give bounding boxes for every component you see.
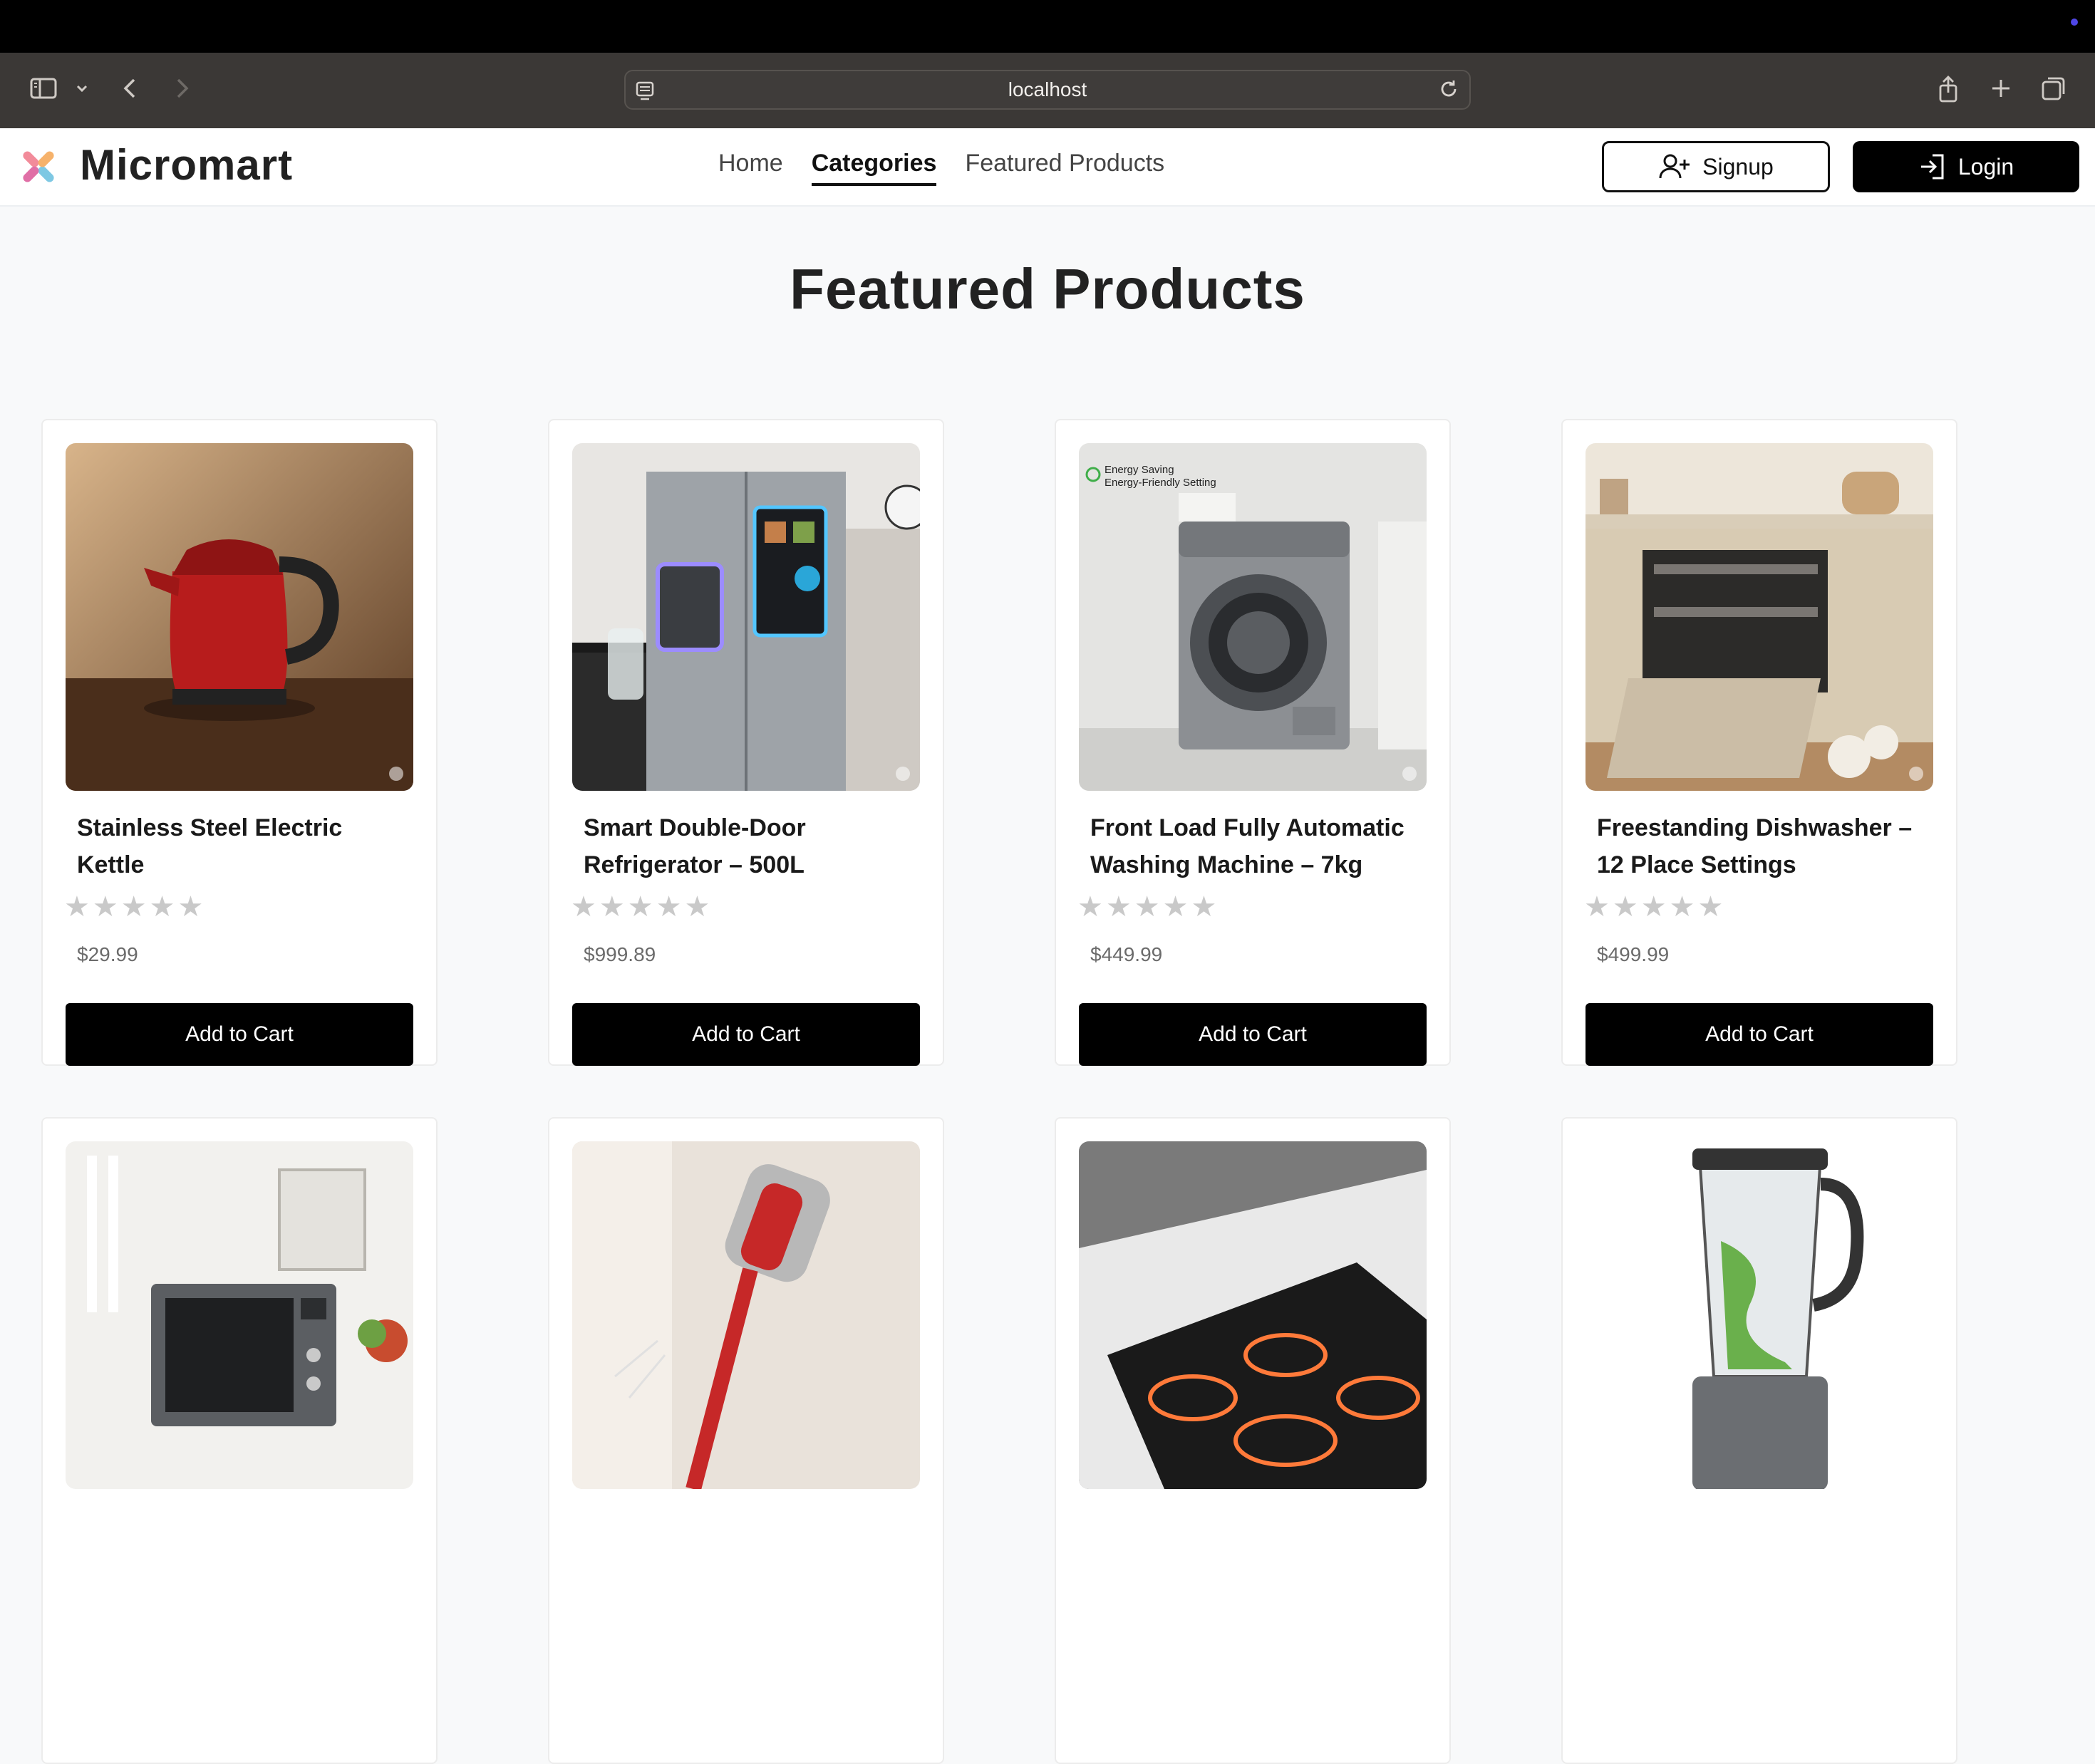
product-price: $29.99 — [77, 943, 138, 965]
product-price: $999.89 — [584, 943, 656, 965]
browser-toolbar: localhost — [0, 53, 2095, 128]
image-caption: Energy-Friendly Setting — [1105, 477, 1216, 489]
signup-button[interactable]: Signup — [1602, 141, 1830, 192]
ai-badge-icon — [389, 767, 403, 781]
product-card — [41, 1117, 438, 1764]
product-image-vacuum[interactable] — [572, 1141, 920, 1489]
site-header: Micromart Home Categories Featured Produ… — [0, 128, 2095, 207]
product-card — [1055, 1117, 1451, 1764]
sidebar-icon[interactable] — [29, 74, 58, 107]
logo-text[interactable]: Micromart — [80, 140, 293, 190]
login-button[interactable]: Login — [1853, 141, 2079, 192]
page-title: Featured Products — [790, 257, 1305, 321]
product-image-cooktop[interactable] — [1079, 1141, 1427, 1489]
product-price: $449.99 — [1090, 943, 1163, 965]
rating-stars: ★★★★★ — [64, 891, 207, 923]
ai-badge-icon — [896, 767, 910, 781]
product-card: Freestanding Dishwasher – 12 Place Setti… — [1561, 419, 1957, 1066]
nav-home[interactable]: Home — [718, 150, 783, 186]
ai-badge-icon — [1909, 767, 1923, 781]
add-to-cart-button[interactable]: Add to Cart — [1586, 1003, 1933, 1066]
ai-badge-icon — [1402, 767, 1417, 781]
product-card — [548, 1117, 944, 1764]
product-title[interactable]: Front Load Fully Automatic Washing Machi… — [1090, 809, 1425, 883]
product-card: Energy Saving Energy-Friendly Setting Fr… — [1055, 419, 1451, 1066]
product-card: Smart Double-Door Refrigerator – 500L ★★… — [548, 419, 944, 1066]
url-text: localhost — [1008, 78, 1087, 100]
product-image-washing-machine[interactable]: Energy Saving Energy-Friendly Setting — [1079, 443, 1427, 791]
product-card: Stainless Steel Electric Kettle ★★★★★ $2… — [41, 419, 438, 1066]
signup-label: Signup — [1702, 153, 1774, 180]
login-icon — [1920, 154, 1944, 180]
address-bar[interactable]: localhost — [624, 70, 1471, 110]
reload-icon[interactable] — [1437, 77, 1461, 107]
tabs-icon[interactable] — [2038, 74, 2069, 107]
rating-stars: ★★★★★ — [1584, 891, 1727, 923]
product-title[interactable]: Stainless Steel Electric Kettle — [77, 809, 412, 883]
main-nav: Home Categories Featured Products — [718, 150, 1164, 186]
add-to-cart-button[interactable]: Add to Cart — [1079, 1003, 1427, 1066]
chevron-left-icon[interactable] — [117, 74, 145, 107]
product-price: $499.99 — [1597, 943, 1670, 965]
logo-icon[interactable] — [16, 144, 61, 190]
chevron-right-icon[interactable] — [167, 74, 195, 107]
chevron-down-icon[interactable] — [71, 74, 93, 107]
image-caption: Energy Saving — [1105, 464, 1174, 476]
add-to-cart-button[interactable]: Add to Cart — [66, 1003, 413, 1066]
product-title[interactable]: Freestanding Dishwasher – 12 Place Setti… — [1597, 809, 1932, 883]
product-image-microwave[interactable] — [66, 1141, 413, 1489]
product-image-blender[interactable] — [1586, 1141, 1933, 1489]
status-dot — [2071, 19, 2078, 26]
rating-stars: ★★★★★ — [571, 891, 713, 923]
product-image-refrigerator[interactable] — [572, 443, 920, 791]
os-menu-bar — [0, 0, 2095, 53]
add-user-icon — [1659, 154, 1690, 179]
share-icon[interactable] — [1933, 74, 1964, 107]
product-title[interactable]: Smart Double-Door Refrigerator – 500L — [584, 809, 919, 883]
plus-icon[interactable] — [1985, 74, 2017, 107]
add-to-cart-button[interactable]: Add to Cart — [572, 1003, 920, 1066]
nav-categories[interactable]: Categories — [811, 150, 937, 186]
product-image-dishwasher[interactable] — [1586, 443, 1933, 791]
product-image-kettle[interactable] — [66, 443, 413, 791]
product-card — [1561, 1117, 1957, 1764]
rating-stars: ★★★★★ — [1077, 891, 1220, 923]
login-label: Login — [1957, 153, 2014, 180]
nav-featured-products[interactable]: Featured Products — [965, 150, 1164, 186]
